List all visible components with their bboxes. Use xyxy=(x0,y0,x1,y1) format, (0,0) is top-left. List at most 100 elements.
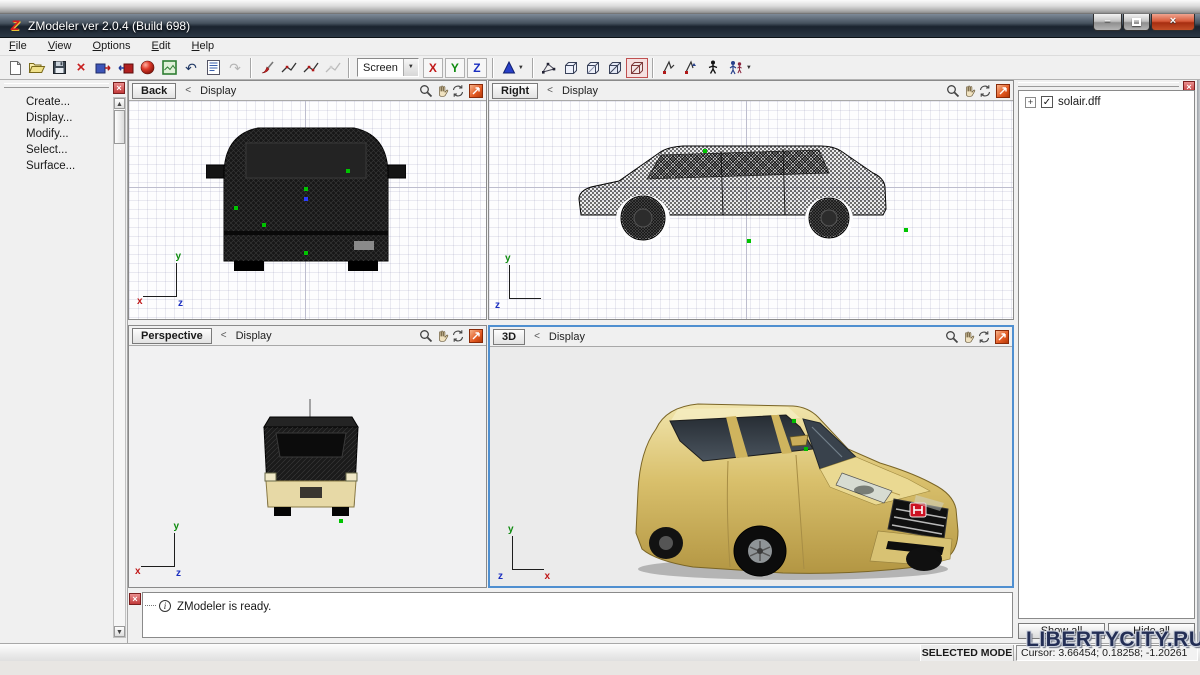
status-bar: SELECTED MODE Cursor: 3.66454; 0.18258; … xyxy=(0,643,1200,661)
viewport-right-canvas[interactable]: y z xyxy=(489,101,1013,319)
pivot-tool-button[interactable] xyxy=(680,58,702,78)
scene-tree[interactable]: + ✓ solair.dff xyxy=(1018,90,1195,619)
viewport-3d-canvas[interactable]: y z x xyxy=(490,347,1012,586)
maximize-viewport-icon[interactable] xyxy=(996,84,1010,98)
zoom-icon[interactable] xyxy=(418,328,434,343)
window-top-frame xyxy=(0,0,1200,14)
bones-group-button[interactable]: ▼ xyxy=(724,58,756,78)
rotate-view-icon[interactable] xyxy=(977,83,993,98)
faces-mode-button[interactable] xyxy=(582,58,604,78)
scroll-down-button[interactable]: ▼ xyxy=(114,626,125,637)
car-wireframe-back-view xyxy=(206,113,406,283)
watermark: LIBERTYCITY.RU xyxy=(1026,628,1200,652)
sidebar-close-button[interactable]: × xyxy=(113,82,125,94)
open-file-button[interactable] xyxy=(26,58,48,78)
tree-expand-icon[interactable]: + xyxy=(1025,97,1036,108)
sidebar-grip[interactable] xyxy=(4,83,109,88)
car-shaded-rear-view xyxy=(246,389,376,534)
viewport-display-menu[interactable]: Display xyxy=(200,85,236,97)
sidebar-item-select[interactable]: Select... xyxy=(0,142,111,158)
toolbar-separator xyxy=(652,58,654,78)
vertices-mode-button[interactable] xyxy=(538,58,560,78)
zoom-icon[interactable] xyxy=(418,83,434,98)
visibility-checkbox[interactable]: ✓ xyxy=(1041,96,1053,108)
menu-options[interactable]: Options xyxy=(84,38,140,54)
minimize-button[interactable]: – xyxy=(1093,14,1122,31)
material-editor-button[interactable] xyxy=(136,58,158,78)
edges-mode-button[interactable] xyxy=(560,58,582,78)
viewport-perspective-view-button[interactable]: Perspective xyxy=(132,328,212,344)
log-close-button[interactable]: × xyxy=(129,593,141,605)
export-button[interactable] xyxy=(114,58,136,78)
viewport-3d-view-button[interactable]: 3D xyxy=(493,329,525,345)
y-axis-toggle-button[interactable]: Y xyxy=(445,58,465,78)
texture-browser-button[interactable] xyxy=(158,58,180,78)
maximize-viewport-icon[interactable] xyxy=(469,329,483,343)
local-axes-tool-button[interactable] xyxy=(658,58,680,78)
sidebar-item-surface[interactable]: Surface... xyxy=(0,158,111,174)
sidebar-item-display[interactable]: Display... xyxy=(0,110,111,126)
pan-hand-icon[interactable] xyxy=(434,83,450,98)
sidebar-scrollbar[interactable]: ▲ ▼ xyxy=(113,97,126,638)
toolbar-separator xyxy=(250,58,252,78)
pan-hand-icon[interactable] xyxy=(961,83,977,98)
viewport-collapse-arrow[interactable]: < xyxy=(534,331,540,342)
rotate-view-icon[interactable] xyxy=(450,328,466,343)
toolbar-separator xyxy=(532,58,534,78)
viewport-perspective-canvas[interactable]: y x z xyxy=(129,346,486,587)
title-bar: Z ZModeler ver 2.0.4 (Build 698) xyxy=(0,14,1200,38)
menu-file[interactable]: File xyxy=(0,38,36,54)
viewport-right: Right < Display xyxy=(488,80,1014,320)
maximize-button[interactable] xyxy=(1123,14,1150,31)
viewport-back-view-button[interactable]: Back xyxy=(132,83,176,99)
rotate-view-icon[interactable] xyxy=(450,83,466,98)
new-file-button[interactable] xyxy=(4,58,26,78)
x-axis-toggle-button[interactable]: X xyxy=(423,58,443,78)
delete-button[interactable]: × xyxy=(70,58,92,78)
import-button[interactable] xyxy=(92,58,114,78)
scroll-up-button[interactable]: ▲ xyxy=(114,98,125,109)
toolbar-separator xyxy=(348,58,350,78)
close-button[interactable]: × xyxy=(1151,14,1195,31)
viewport-collapse-arrow[interactable]: < xyxy=(547,85,553,96)
undo-button[interactable]: ↶ xyxy=(180,58,202,78)
viewport-collapse-arrow[interactable]: < xyxy=(221,330,227,341)
z-axis-toggle-button[interactable]: Z xyxy=(467,58,487,78)
tree-item-solair[interactable]: + ✓ solair.dff xyxy=(1019,91,1194,108)
gizmo-cone-button[interactable]: ▼ xyxy=(498,58,528,78)
sidebar-item-modify[interactable]: Modify... xyxy=(0,126,111,142)
pan-hand-icon[interactable] xyxy=(960,329,976,344)
vertex-move-tool-button[interactable] xyxy=(278,58,300,78)
scrollbar-thumb[interactable] xyxy=(114,110,125,144)
menu-view[interactable]: View xyxy=(39,38,81,54)
rotate-view-icon[interactable] xyxy=(976,329,992,344)
maximize-viewport-icon[interactable] xyxy=(995,330,1009,344)
menu-edit[interactable]: Edit xyxy=(143,38,180,54)
screen-axis-select[interactable]: Screen ▼ xyxy=(357,58,419,77)
viewport-display-menu[interactable]: Display xyxy=(236,330,272,342)
menu-help[interactable]: Help xyxy=(183,38,224,54)
polygons-mode-button[interactable] xyxy=(604,58,626,78)
viewport-back-header: Back < Display xyxy=(129,81,486,101)
tree-item-label[interactable]: solair.dff xyxy=(1058,96,1101,108)
mode-indicator: SELECTED MODE xyxy=(920,645,1014,661)
pan-hand-icon[interactable] xyxy=(434,328,450,343)
viewport-right-view-button[interactable]: Right xyxy=(492,83,538,99)
sidebar-item-create[interactable]: Create... xyxy=(0,94,111,110)
viewport-display-menu[interactable]: Display xyxy=(549,331,585,343)
skeleton-mode-button[interactable] xyxy=(702,58,724,78)
paint-select-tool-button[interactable] xyxy=(256,58,278,78)
zoom-icon[interactable] xyxy=(945,83,961,98)
viewport-back-canvas[interactable]: y x z xyxy=(129,101,486,319)
vertex-weld-tool-button[interactable] xyxy=(300,58,322,78)
save-file-button[interactable] xyxy=(48,58,70,78)
log-message: ZModeler is ready. xyxy=(177,601,271,613)
viewport-collapse-arrow[interactable]: < xyxy=(185,85,191,96)
log-view-button[interactable] xyxy=(202,58,224,78)
panel-grip[interactable] xyxy=(1018,82,1179,87)
viewport-display-menu[interactable]: Display xyxy=(562,85,598,97)
maximize-viewport-icon[interactable] xyxy=(469,84,483,98)
message-log[interactable]: i ZModeler is ready. xyxy=(142,592,1013,638)
zoom-icon[interactable] xyxy=(944,329,960,344)
objects-mode-button-selected[interactable] xyxy=(626,58,648,78)
